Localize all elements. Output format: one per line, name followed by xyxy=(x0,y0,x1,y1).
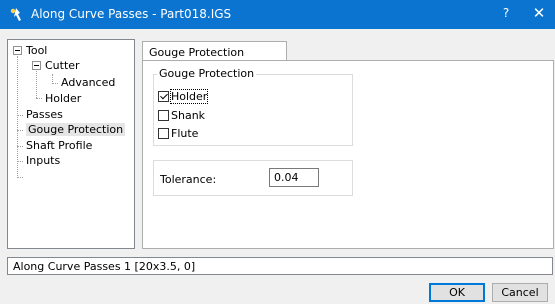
window-title: Along Curve Passes - Part018.IGS xyxy=(31,7,232,21)
checkbox-label: Flute xyxy=(171,127,199,140)
navigation-tree[interactable]: Tool Cutter Advanced Holder Passes Gouge… xyxy=(7,39,135,249)
tree-item-advanced[interactable]: Advanced xyxy=(61,76,115,89)
close-icon[interactable]: ✕ xyxy=(530,4,548,22)
tree-item-shaft-profile[interactable]: Shaft Profile xyxy=(26,139,92,152)
checkbox-icon[interactable] xyxy=(158,110,169,121)
status-text: Along Curve Passes 1 [20x3.5, 0] xyxy=(13,260,196,273)
group-title: Gouge Protection xyxy=(157,67,257,80)
checkbox-label: Shank xyxy=(171,109,206,122)
gouge-protection-group: Gouge Protection Holder Shank Flute xyxy=(153,67,353,146)
tree-connector xyxy=(36,98,42,99)
checkbox-checked-icon[interactable] xyxy=(158,91,169,102)
status-bar: Along Curve Passes 1 [20x3.5, 0] xyxy=(7,257,553,275)
tree-connector xyxy=(36,69,37,98)
tree-connector xyxy=(17,177,23,178)
tree-connector xyxy=(17,115,23,116)
app-icon xyxy=(9,7,24,22)
tab-label: Gouge Protection xyxy=(149,46,245,59)
shank-checkbox[interactable]: Shank xyxy=(158,109,205,122)
tree-expander-tool-icon[interactable] xyxy=(13,46,22,55)
tree-item-gouge-protection[interactable]: Gouge Protection xyxy=(26,123,126,136)
checkbox-icon[interactable] xyxy=(158,128,169,139)
title-bar[interactable]: Along Curve Passes - Part018.IGS ? ✕ xyxy=(0,0,555,29)
tree-item-label: Inputs xyxy=(26,154,61,167)
tree-item-label: Gouge Protection xyxy=(28,123,124,136)
tolerance-input[interactable] xyxy=(269,168,319,187)
tree-connector xyxy=(17,161,23,162)
checkbox-label: Holder xyxy=(169,89,209,104)
tree-connector xyxy=(17,130,23,131)
tree-connector xyxy=(17,56,18,178)
tree-item-holder[interactable]: Holder xyxy=(45,92,81,105)
tree-item-passes[interactable]: Passes xyxy=(26,108,63,121)
tree-item-cutter[interactable]: Cutter xyxy=(45,59,80,72)
tolerance-group: Tolerance: xyxy=(153,160,353,196)
tree-expander-cutter-icon[interactable] xyxy=(32,61,41,70)
tree-item-inputs[interactable]: Inputs xyxy=(26,154,60,167)
tree-connector xyxy=(52,83,58,84)
tree-item-tool[interactable]: Tool xyxy=(26,44,47,57)
tree-item-label: Passes xyxy=(26,108,63,121)
tree-item-label: Shaft Profile xyxy=(26,139,93,152)
ok-button[interactable]: OK xyxy=(429,283,485,302)
tree-item-label: Advanced xyxy=(61,76,116,89)
tree-item-label: Tool xyxy=(26,44,48,57)
tree-connector xyxy=(17,146,23,147)
tree-item-label: Holder xyxy=(45,92,82,105)
tree-item-label: Cutter xyxy=(45,59,80,72)
cancel-button[interactable]: Cancel xyxy=(492,283,548,302)
tab-content: Gouge Protection Holder Shank Flute Tole… xyxy=(142,60,554,249)
holder-checkbox[interactable]: Holder xyxy=(158,89,209,104)
dialog-window: Along Curve Passes - Part018.IGS ? ✕ Too… xyxy=(0,0,555,304)
tolerance-label: Tolerance: xyxy=(160,173,217,186)
tab-gouge-protection[interactable]: Gouge Protection xyxy=(142,41,287,61)
flute-checkbox[interactable]: Flute xyxy=(158,127,198,140)
help-icon[interactable]: ? xyxy=(498,6,514,20)
